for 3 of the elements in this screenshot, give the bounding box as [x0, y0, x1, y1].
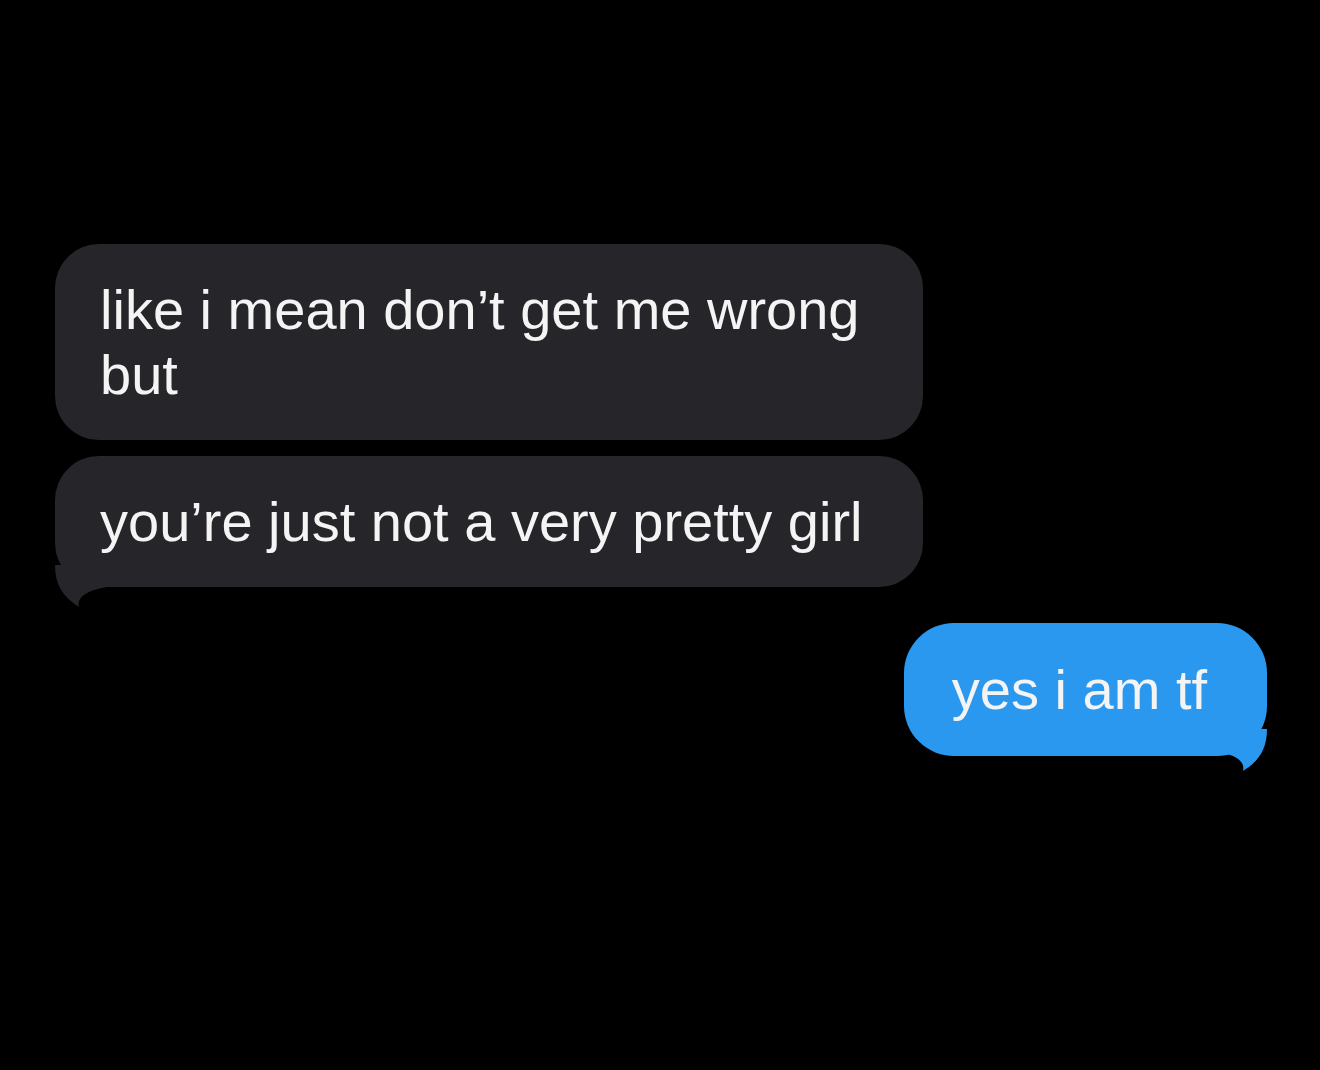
message-text: yes i am tf	[951, 658, 1207, 721]
message-text: you’re just not a very pretty girl	[100, 490, 863, 553]
message-text: like i mean don’t get me wrong but	[100, 278, 860, 406]
